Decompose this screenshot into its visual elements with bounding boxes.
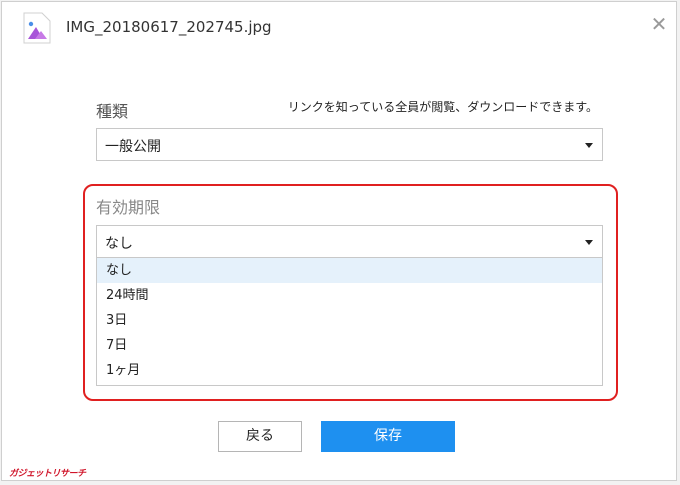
close-icon[interactable]: ✕: [649, 14, 669, 34]
type-select-value: 一般公開: [105, 139, 161, 155]
dropdown-option-3d[interactable]: 3日: [97, 308, 602, 333]
expiration-select[interactable]: なし: [96, 225, 603, 258]
dropdown-option-none[interactable]: なし: [97, 258, 602, 283]
chevron-down-icon: [585, 240, 593, 245]
type-label: 種類: [96, 102, 129, 121]
type-description: リンクを知っている全員が閲覧、ダウンロードできます。: [287, 100, 598, 114]
share-dialog: IMG_20180617_202745.jpg ✕ 種類 リンクを知っている全員…: [1, 1, 677, 481]
dropdown-option-24h[interactable]: 24時間: [97, 283, 602, 308]
image-file-icon: [23, 12, 51, 44]
dropdown-option-1m[interactable]: 1ヶ月: [97, 358, 602, 383]
dropdown-option-7d[interactable]: 7日: [97, 333, 602, 358]
save-button[interactable]: 保存: [321, 421, 455, 452]
expiration-select-value: なし: [105, 236, 133, 252]
expiration-label: 有効期限: [96, 198, 161, 217]
expiration-dropdown-list: なし 24時間 3日 7日 1ヶ月: [96, 258, 603, 386]
chevron-down-icon: [585, 143, 593, 148]
back-button[interactable]: 戻る: [218, 421, 302, 452]
type-select[interactable]: 一般公開: [96, 128, 603, 161]
file-title: IMG_20180617_202745.jpg: [66, 18, 272, 36]
site-watermark: ガジェットリサーチ: [9, 469, 86, 479]
